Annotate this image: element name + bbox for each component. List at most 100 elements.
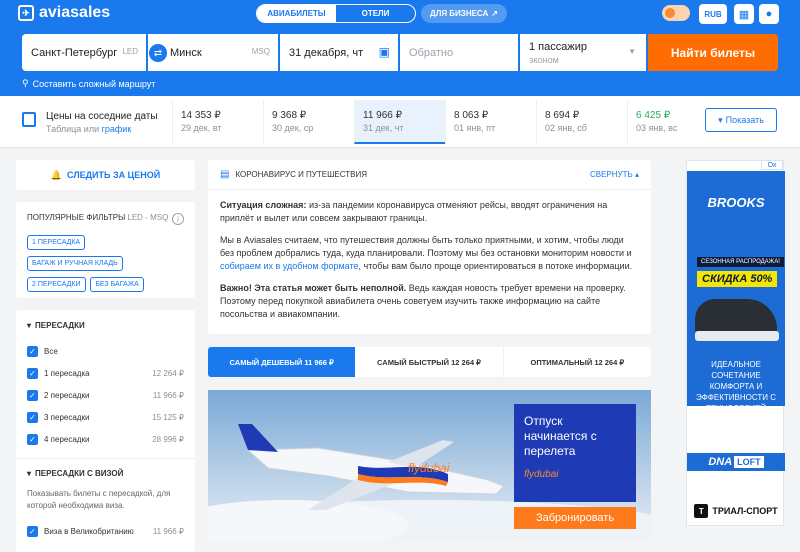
checkbox[interactable]: ✓ <box>27 345 38 357</box>
ad-tagline: ИДЕАЛЬНОЕ СОЧЕТАНИЕ КОМФОРТА И ЭФФЕКТИВН… <box>695 360 777 413</box>
option-label: Все <box>44 346 58 356</box>
collapse-button[interactable]: СВЕРНУТЬ ▴ <box>590 170 639 179</box>
checkbox[interactable]: ✓ <box>27 433 38 445</box>
visa-option[interactable]: ✓ Виза в Великобританию 11 966 ₽ <box>27 520 184 542</box>
destination-field[interactable]: Минск MSQ <box>148 34 278 71</box>
option-price: 12 264 ₽ <box>152 368 184 378</box>
tab-hotels[interactable]: ОТЕЛИ <box>336 5 415 22</box>
book-button[interactable]: Забронировать <box>514 507 636 529</box>
price-cell[interactable]: 8 694 ₽ 02 янв, сб <box>536 100 627 144</box>
transfer-option[interactable]: ✓ 3 пересадки 15 125 ₽ <box>27 406 184 428</box>
price-cell-selected[interactable]: 11 966 ₽ 31 дек, чт <box>354 100 445 144</box>
transfer-option[interactable]: ✓ 1 пересадка 12 264 ₽ <box>27 362 184 384</box>
news-link[interactable]: собираем их в удобном формате <box>220 261 359 271</box>
filter-chip[interactable]: БЕЗ БАГАЖА <box>90 277 144 292</box>
bold-text: Ситуация сложная: <box>220 200 307 210</box>
collapse-label: СВЕРНУТЬ <box>589 170 633 179</box>
tab-flights[interactable]: АВИАБИЛЕТЫ <box>257 5 336 22</box>
chip-list: 1 ПЕРЕСАДКА БАГАЖ И РУЧНАЯ КЛАДЬ 2 ПЕРЕС… <box>27 235 184 298</box>
filter-chip[interactable]: БАГАЖ И РУЧНАЯ КЛАДЬ <box>27 256 123 271</box>
sale-big: СКИДКА 50% <box>697 271 778 287</box>
sale-small: СЕЗОННАЯ РАСПРОДАЖА! <box>697 257 784 267</box>
price-calendar: Цены на соседние даты Таблица или график… <box>0 96 800 148</box>
filter-chip[interactable]: 2 ПЕРЕСАДКИ <box>27 277 86 292</box>
logo[interactable]: ✈ aviasales <box>18 4 110 22</box>
passengers-value: 1 пассажир <box>529 40 587 53</box>
return-placeholder: Обратно <box>409 46 454 59</box>
chart-link[interactable]: график <box>102 124 132 134</box>
chevron-down-icon: ▾ <box>718 114 723 125</box>
price-cell-cheapest[interactable]: 6 425 ₽ 03 янв, вс <box>627 100 697 144</box>
info-icon[interactable]: i <box>172 213 184 225</box>
document-icon: ▤ <box>220 169 230 180</box>
business-label: ДЛЯ БИЗНЕСА <box>430 9 489 18</box>
checkbox[interactable]: ✓ <box>27 411 38 423</box>
sub-prefix: Таблица или <box>46 124 102 134</box>
origin-field[interactable]: Санкт-Петербург LED <box>22 34 146 71</box>
covid-paragraph: Мы в Aviasales считаем, что путешествия … <box>220 234 639 273</box>
popular-route: LED - MSQ <box>127 213 169 222</box>
livery-text: flydubai <box>408 461 450 475</box>
chevron-down-icon: ▼ <box>628 47 636 56</box>
side-ad[interactable]: BROOKS СЕЗОННАЯ РАСПРОДАЖА! СКИДКА 50% И… <box>686 160 785 526</box>
tab-fastest[interactable]: САМЫЙ БЫСТРЫЙ 12 264 ₽ <box>355 347 502 377</box>
checkbox[interactable]: ✓ <box>27 367 38 379</box>
depart-date-field[interactable]: 31 декабря, чт ▣ <box>280 34 398 71</box>
popular-filters: ПОПУЛЯРНЫЕ ФИЛЬТРЫ LED - MSQ i 1 ПЕРЕСАД… <box>16 202 195 298</box>
filter-chip[interactable]: 1 ПЕРЕСАДКА <box>27 235 86 250</box>
banner-brand: flydubai <box>524 469 559 480</box>
date: 02 янв, сб <box>545 123 587 133</box>
apps-grid-icon[interactable]: ▦ <box>734 4 754 24</box>
chevron-down-icon: ▾ <box>27 321 32 330</box>
option-price: 28 996 ₽ <box>152 434 184 444</box>
price-cell[interactable]: 8 063 ₽ 01 янв, пт <box>445 100 536 144</box>
currency-button[interactable]: RUB <box>699 4 727 24</box>
covid-header: ▤ КОРОНАВИРУС И ПУТЕШЕСТВИЯ СВЕРНУТЬ ▴ <box>208 160 651 190</box>
checkbox[interactable]: ✓ <box>27 525 38 537</box>
follow-price-button[interactable]: 🔔 СЛЕДИТЬ ЗА ЦЕНОЙ <box>16 160 195 190</box>
return-date-field[interactable]: Обратно <box>400 34 518 71</box>
visa-title: ПЕРЕСАДКИ С ВИЗОЙ <box>35 469 124 478</box>
route-icon: ⚲ <box>22 78 29 88</box>
store-logo: T ТРИАЛ-СПОРТ <box>687 497 785 525</box>
visa-section-header[interactable]: ▾ ПЕРЕСАДКИ С ВИЗОЙ <box>27 469 184 478</box>
transfer-option[interactable]: ✓ Все <box>27 340 184 362</box>
checkbox[interactable]: ✓ <box>27 389 38 401</box>
price: 8 694 ₽ <box>545 110 580 121</box>
covid-notice: ▤ КОРОНАВИРУС И ПУТЕШЕСТВИЯ СВЕРНУТЬ ▴ Си… <box>208 160 651 334</box>
theme-toggle[interactable] <box>662 5 690 21</box>
logo-text: aviasales <box>39 4 111 21</box>
find-tickets-button[interactable]: Найти билеты <box>648 34 778 71</box>
user-profile-icon[interactable]: ● <box>759 4 779 24</box>
option-label: 3 пересадки <box>44 412 90 422</box>
dna-text: DNA <box>708 456 733 468</box>
destination-value: Минск <box>170 46 202 59</box>
price-cell[interactable]: 14 353 ₽ 29 дек, вт <box>172 100 263 144</box>
ad-choices-badge[interactable]: Ох <box>761 160 783 170</box>
divider <box>16 458 195 459</box>
complex-route-link[interactable]: ⚲ Составить сложный маршрут <box>22 78 155 89</box>
chevron-down-icon: ▾ <box>27 469 32 478</box>
swap-direction-icon[interactable]: ⇄ <box>149 44 167 62</box>
transfers-filter: ▾ ПЕРЕСАДКИ ✓ Все ✓ 1 пересадка 12 264 ₽ ✓ 2 … <box>16 310 195 552</box>
price: 11 966 ₽ <box>363 110 402 121</box>
destination-code: MSQ <box>251 47 270 56</box>
option-price: 11 966 ₽ <box>152 526 184 536</box>
brooks-ad: BROOKS СЕЗОННАЯ РАСПРОДАЖА! СКИДКА 50% И… <box>687 171 785 413</box>
date: 30 дек, ср <box>272 123 314 133</box>
shoe-sole <box>695 331 779 341</box>
covid-title: КОРОНАВИРУС И ПУТЕШЕСТВИЯ <box>235 170 368 179</box>
transfer-option[interactable]: ✓ 4 пересадки 28 996 ₽ <box>27 428 184 450</box>
transfer-option[interactable]: ✓ 2 пересадки 11 966 ₽ <box>27 384 184 406</box>
business-button[interactable]: ДЛЯ БИЗНЕСА ↗ <box>421 4 507 23</box>
transfers-section-header[interactable]: ▾ ПЕРЕСАДКИ <box>27 321 184 330</box>
tab-optimal[interactable]: ОПТИМАЛЬНЫЙ 12 264 ₽ <box>502 347 651 377</box>
tab-cheapest[interactable]: САМЫЙ ДЕШЕВЫЙ 11 966 ₽ <box>208 347 356 377</box>
transfers-title: ПЕРЕСАДКИ <box>35 321 85 330</box>
passengers-field[interactable]: 1 пассажир эконом ▼ <box>520 34 646 71</box>
price-cell[interactable]: 9 368 ₽ 30 дек, ср <box>263 100 354 144</box>
origin-code: LED <box>122 47 138 56</box>
show-button[interactable]: ▾ Показать <box>705 108 777 132</box>
follow-price-label: СЛЕДИТЬ ЗА ЦЕНОЙ <box>67 170 161 180</box>
bold-text: Важно! Эта статья может быть неполной. <box>220 283 407 293</box>
